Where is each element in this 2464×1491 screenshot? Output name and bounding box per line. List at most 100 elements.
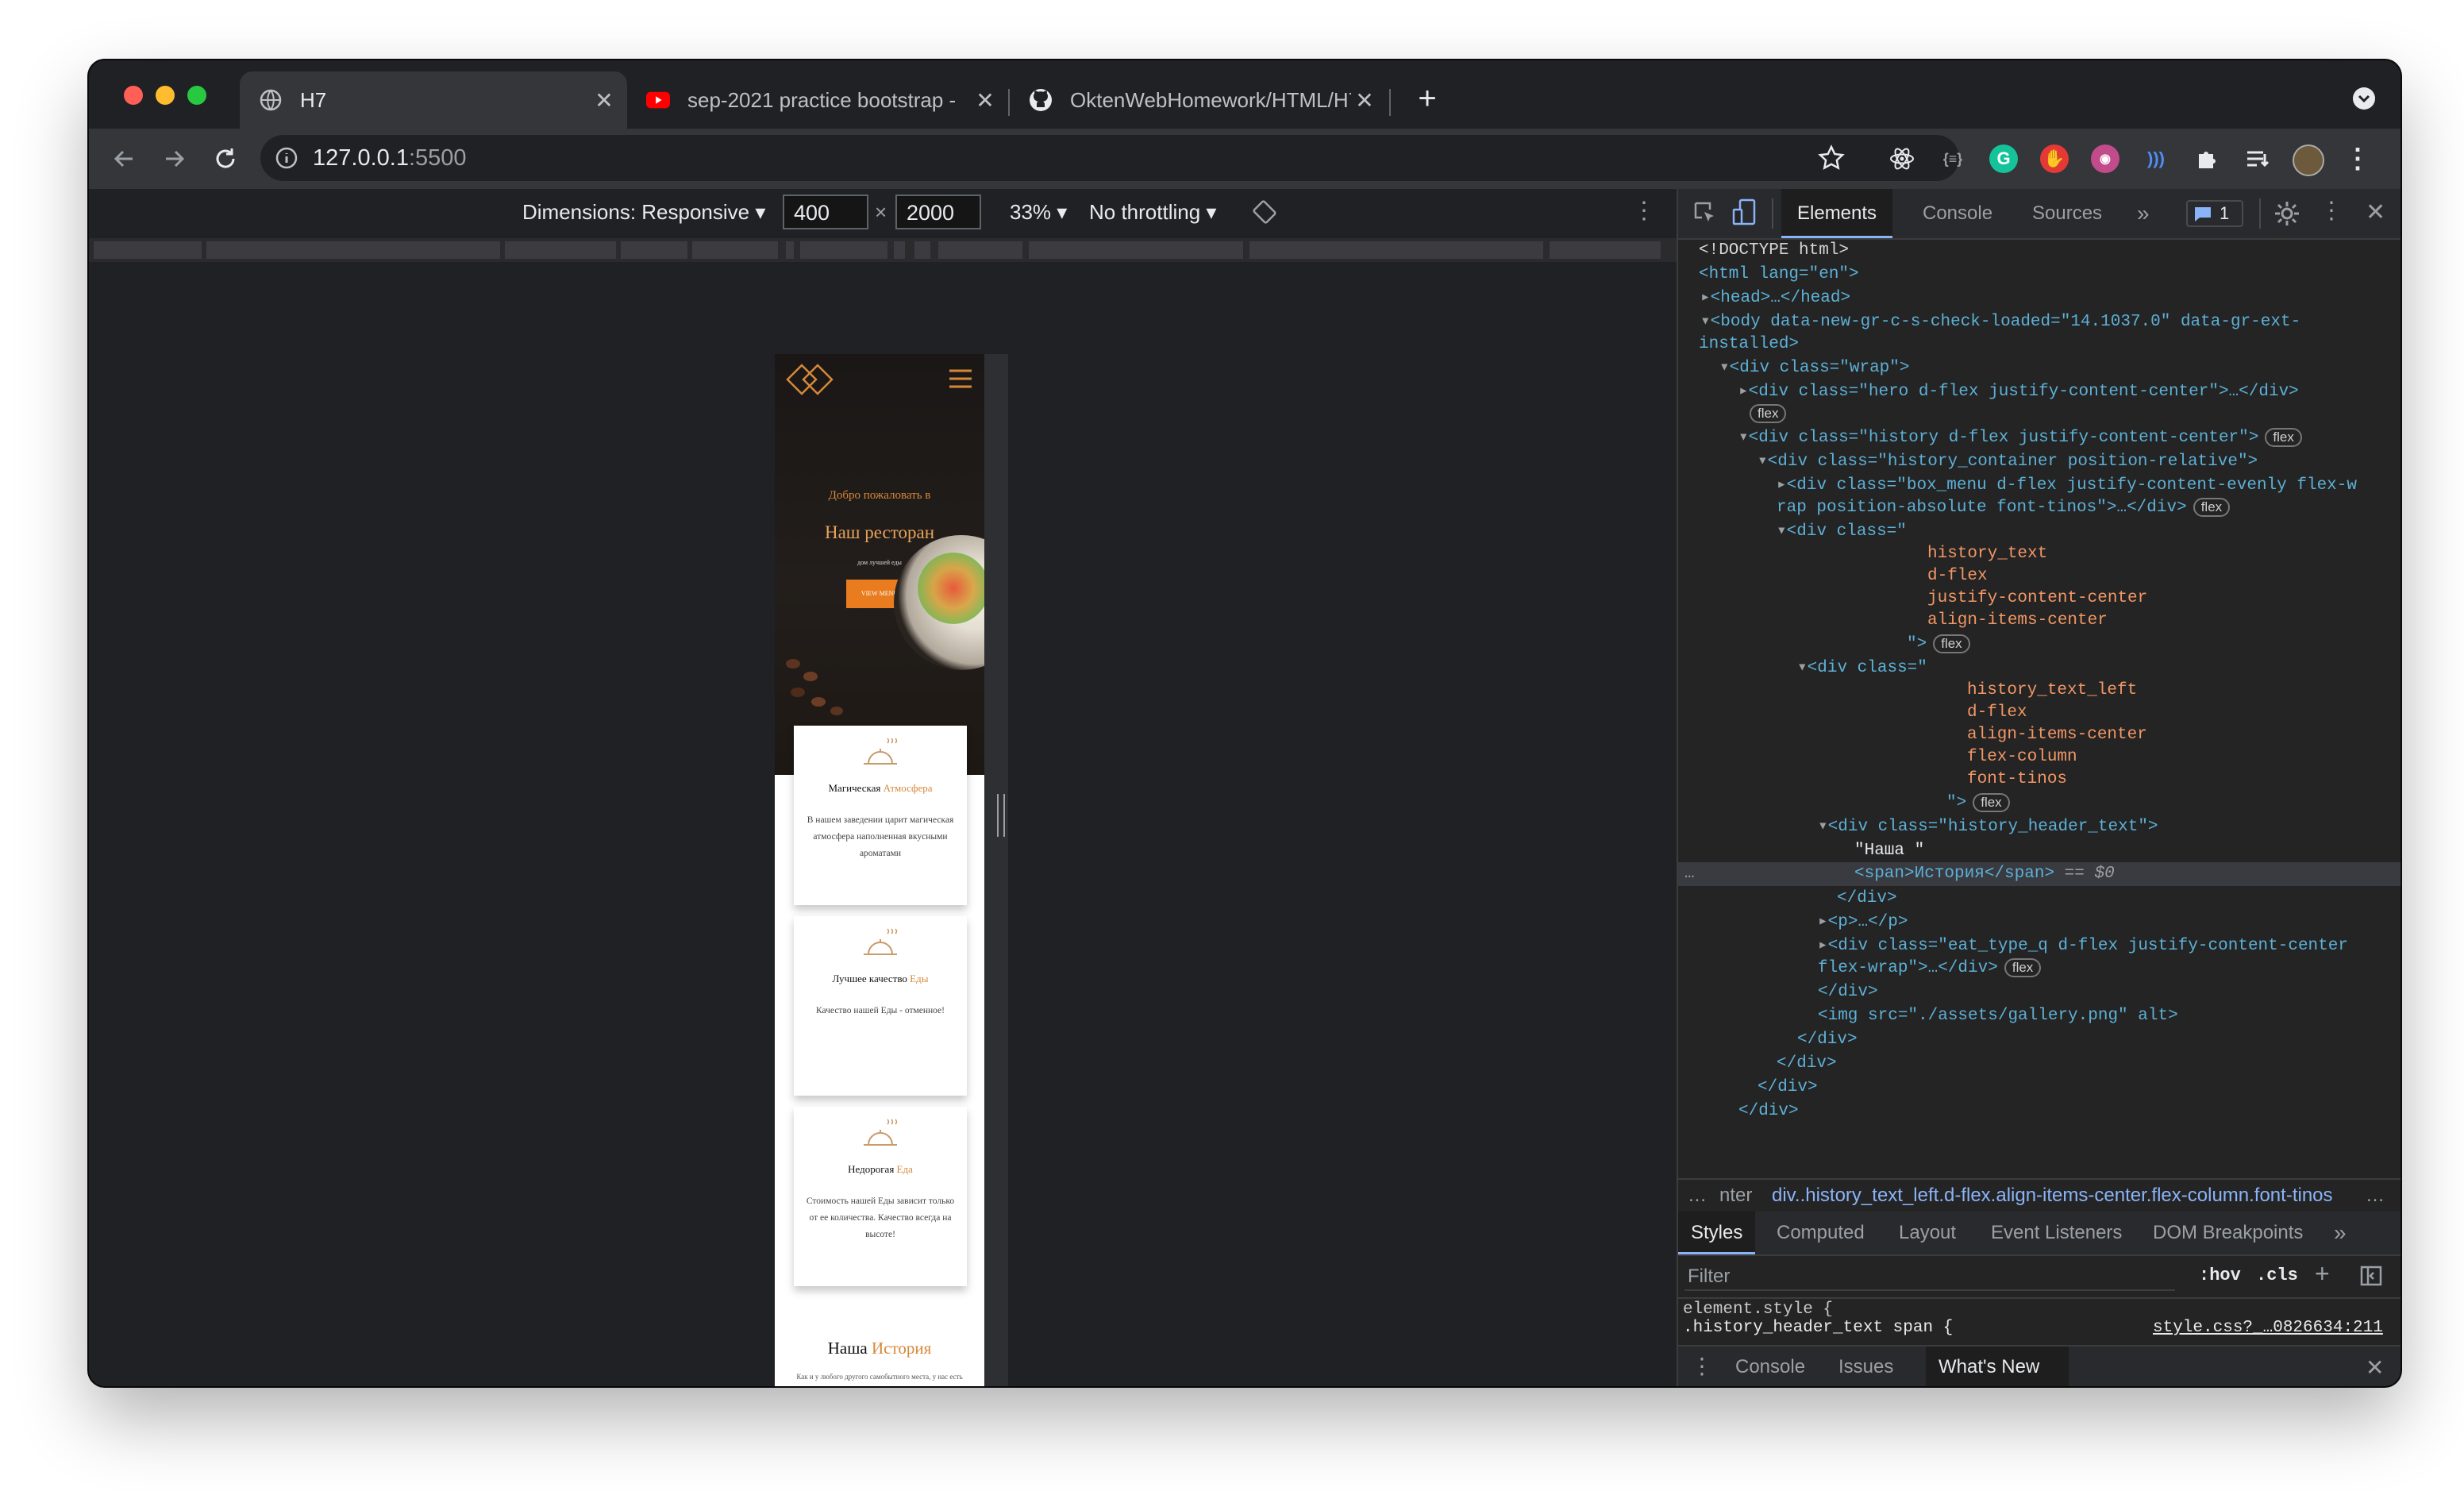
device-toggle-icon[interactable]: [1732, 198, 1758, 227]
css-rule-row[interactable]: .history_header_text span { style.css?_……: [1678, 1316, 2400, 1343]
collapse-triangle-icon[interactable]: ▾: [1758, 453, 1768, 471]
dom-class-value[interactable]: history_text: [1927, 543, 2047, 565]
dom-class-value[interactable]: font-tinos: [1967, 769, 2067, 791]
adblock-icon[interactable]: ✋: [2040, 144, 2069, 173]
react-devtools-icon[interactable]: [1888, 144, 1916, 173]
ruler-segment[interactable]: [1550, 241, 1661, 259]
devtools-menu-icon[interactable]: ⋮: [2320, 197, 2343, 225]
dom-line[interactable]: ▾<div class="history d-flex justify-cont…: [1738, 427, 2302, 449]
close-window-button[interactable]: [124, 86, 143, 105]
rotate-icon[interactable]: [1251, 198, 1278, 231]
dom-line[interactable]: </div>: [1738, 1100, 1799, 1123]
flex-badge[interactable]: flex: [1933, 634, 1970, 653]
inspect-element-icon[interactable]: [1692, 200, 1718, 225]
dom-line[interactable]: "> flex: [1907, 634, 1970, 656]
collapse-triangle-icon[interactable]: ▾: [1818, 818, 1828, 836]
dom-line[interactable]: flex-wrap">…</div> flex: [1818, 957, 2042, 980]
throttling-dropdown[interactable]: No throttling ▾: [1089, 200, 1216, 225]
zoom-dropdown[interactable]: 33% ▾: [1010, 200, 1067, 225]
ruler-segment[interactable]: [786, 241, 794, 259]
tab-h7[interactable]: H7 ✕: [240, 71, 627, 129]
bookmark-star-icon[interactable]: [1818, 144, 1845, 175]
breadcrumb-suffix[interactable]: …: [2366, 1185, 2385, 1207]
dom-line[interactable]: "> flex: [1946, 792, 2010, 815]
dom-line[interactable]: ▾<div class=": [1797, 657, 1927, 680]
dom-class-value[interactable]: history_text_left: [1967, 680, 2137, 702]
minimize-window-button[interactable]: [156, 86, 175, 105]
cls-toggle[interactable]: .cls: [2256, 1266, 2298, 1285]
new-tab-button[interactable]: +: [1408, 79, 1446, 118]
close-tab-icon[interactable]: ✕: [591, 87, 618, 114]
drawer-tab-console[interactable]: Console: [1735, 1347, 1805, 1386]
dom-class-value[interactable]: justify-content-center: [1927, 588, 2147, 610]
tab-computed[interactable]: Computed: [1777, 1212, 1865, 1254]
sidebar-toggle-icon[interactable]: [2359, 1264, 2383, 1288]
close-tab-icon[interactable]: ✕: [1351, 87, 1378, 114]
url-text[interactable]: 127.0.0.1:5500: [313, 145, 467, 171]
css-source-link[interactable]: style.css?_…0826634:211: [2153, 1319, 2383, 1337]
hamburger-menu-icon[interactable]: [948, 368, 973, 389]
dom-line[interactable]: ▸<head>…</head>: [1700, 287, 1850, 310]
dom-line[interactable]: rap position-absolute font-tinos">…</div…: [1777, 497, 2231, 519]
tab-layout[interactable]: Layout: [1899, 1212, 1956, 1254]
close-drawer-icon[interactable]: ✕: [2366, 1354, 2384, 1381]
info-icon[interactable]: [275, 146, 298, 174]
filter-input[interactable]: [1684, 1262, 2175, 1291]
avatar[interactable]: [2293, 144, 2324, 176]
dom-line[interactable]: ▾<div class="wrap">: [1719, 357, 1910, 379]
gear-icon[interactable]: [2273, 200, 2300, 227]
dom-class-value[interactable]: d-flex: [1967, 702, 2027, 724]
dom-line[interactable]: </div>: [1837, 888, 1897, 910]
breadcrumb-current[interactable]: div..history_text_left.d-flex.align-item…: [1772, 1185, 2333, 1207]
ruler-segment[interactable]: [621, 241, 687, 259]
expand-triangle-icon[interactable]: ▸: [1700, 289, 1711, 307]
dom-line[interactable]: installed>: [1699, 333, 1799, 356]
dom-line[interactable]: ▸<div class="hero d-flex justify-content…: [1738, 381, 2299, 403]
extension-icon[interactable]: ◉: [2091, 144, 2119, 173]
flex-badge[interactable]: flex: [1750, 404, 1787, 423]
issues-counter[interactable]: 1: [2186, 200, 2243, 227]
address-bar[interactable]: 127.0.0.1:5500: [260, 135, 1959, 181]
ruler-segment[interactable]: [206, 241, 500, 259]
device-toolbar-menu-icon[interactable]: ⋮: [1632, 197, 1656, 225]
new-rule-icon[interactable]: +: [2315, 1259, 2330, 1289]
collapse-triangle-icon[interactable]: ▾: [1777, 522, 1787, 541]
tab-github[interactable]: OktenWebHomework/HTML/H7 ✕: [1010, 71, 1388, 129]
ruler-segment[interactable]: [938, 241, 1022, 259]
forward-button[interactable]: [156, 140, 194, 178]
flex-badge[interactable]: flex: [2265, 428, 2302, 447]
dom-line[interactable]: ▸<div class="eat_type_q d-flex justify-c…: [1818, 935, 2348, 957]
height-input[interactable]: 2000: [895, 195, 981, 229]
close-tab-icon[interactable]: ✕: [972, 87, 999, 114]
tab-styles[interactable]: Styles: [1678, 1212, 1756, 1254]
expand-triangle-icon[interactable]: ▸: [1777, 476, 1787, 495]
flex-badge[interactable]: flex: [2004, 958, 2042, 977]
flex-badge[interactable]: flex: [2193, 498, 2231, 517]
dom-class-value[interactable]: d-flex: [1927, 565, 1988, 588]
dom-line[interactable]: ▾<div class="history_header_text">: [1818, 816, 2158, 838]
expand-triangle-icon[interactable]: ▸: [1818, 913, 1828, 931]
dom-line-selected[interactable]: <span>История</span> == $0: [1854, 863, 2115, 885]
dom-class-value[interactable]: flex-column: [1967, 746, 2077, 769]
ruler-segment[interactable]: [1029, 241, 1243, 259]
maximize-window-button[interactable]: [187, 86, 206, 105]
tab-event-listeners[interactable]: Event Listeners: [1991, 1212, 2122, 1254]
breadcrumb-prefix[interactable]: …: [1688, 1185, 1707, 1207]
dom-line[interactable]: ▸<div class="box_menu d-flex justify-con…: [1777, 475, 2357, 497]
back-button[interactable]: [105, 140, 143, 178]
resize-handle-right[interactable]: [997, 794, 1005, 837]
dom-line[interactable]: </div>: [1797, 1029, 1858, 1051]
dom-line[interactable]: ▸<p>…</p>: [1818, 911, 1908, 934]
breadcrumb-item[interactable]: nter: [1719, 1185, 1752, 1207]
reading-list-icon[interactable]: [2243, 144, 2272, 173]
collapse-triangle-icon[interactable]: ▾: [1719, 359, 1730, 377]
collapse-triangle-icon[interactable]: ▾: [1797, 659, 1808, 677]
dom-line[interactable]: </div>: [1818, 981, 1878, 1004]
ruler-segment[interactable]: [1249, 241, 1543, 259]
more-tabs-icon[interactable]: »: [2334, 1212, 2347, 1254]
grammarly-icon[interactable]: G: [1989, 144, 2018, 173]
ruler-segment[interactable]: [914, 241, 930, 259]
dom-line[interactable]: ▾<div class="history_container position-…: [1758, 451, 2258, 473]
hov-toggle[interactable]: :hov: [2199, 1266, 2241, 1285]
dom-class-value[interactable]: align-items-center: [1967, 724, 2147, 746]
